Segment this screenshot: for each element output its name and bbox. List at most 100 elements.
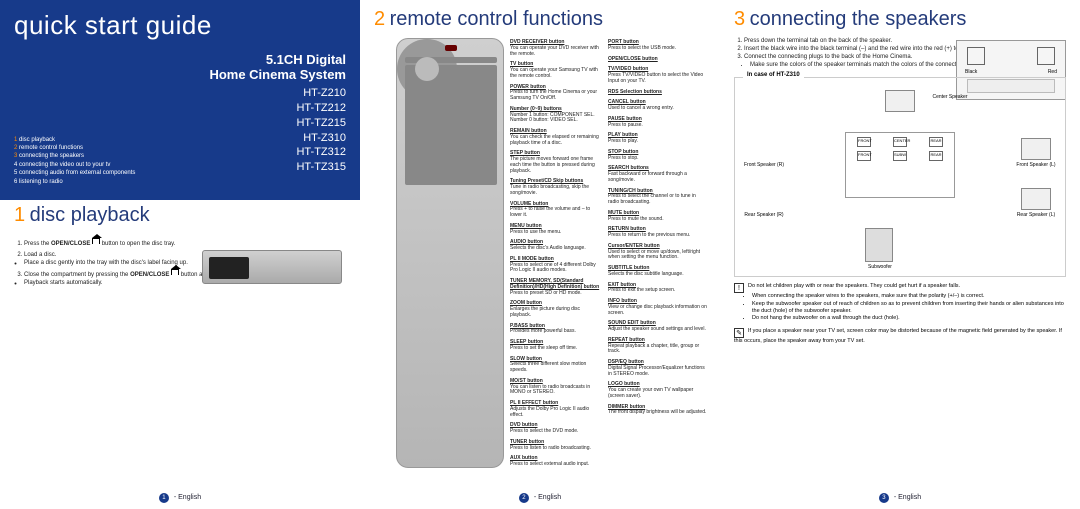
footer-language: - English: [534, 494, 561, 501]
remote-callout: MUTE buttonPress to mute the sound.: [608, 211, 708, 223]
remote-callout: RETURN buttonPress to return to the prev…: [608, 227, 708, 239]
remote-callout: PORT buttonPress to select the USB mode.: [608, 40, 708, 52]
remote-callout: SLEEP buttonPress to set the sleep off t…: [510, 340, 600, 352]
terminal-red: [1037, 47, 1055, 65]
page-footer: 1 - English: [0, 493, 360, 503]
footer-language: - English: [174, 494, 201, 501]
terminal-black: [967, 47, 985, 65]
model: HT-TZ215: [209, 116, 346, 131]
remote-callout: RDS Selection buttons: [608, 90, 708, 96]
remote-callout: AUDIO buttonSelects the disc's Audio lan…: [510, 240, 600, 252]
speaker-layout-diagram: In case of HT-Z310 Center Speaker Front …: [734, 77, 1066, 277]
remote-callout: DIMMER buttonThe front display brightnes…: [608, 405, 708, 417]
callouts-left: DVD RECEIVER buttonYou can operate your …: [510, 40, 600, 473]
page-footer: 3 - English: [720, 493, 1080, 503]
remote-callout: AUX buttonPress to select external audio…: [510, 456, 600, 468]
remote-callout: REMAIN buttonYou can check the elapsed o…: [510, 129, 600, 146]
remote-illustration-column: [396, 38, 504, 468]
remote-callout: POWER buttonPress to turn the Home Cinem…: [510, 85, 600, 102]
remote-callout: Number (0~9) buttonsNumber 1 button: COM…: [510, 107, 600, 124]
remote-callout: PL II EFFECT buttonAdjusts the Dolby Pro…: [510, 401, 600, 418]
front-speaker-l-icon: [1021, 138, 1051, 160]
footer-language: - English: [894, 494, 921, 501]
remote-callout: TV/VIDEO buttonPress TV/VIDEO button to …: [608, 67, 708, 84]
remote-callout: CANCEL buttonUsed to cancel a wrong entr…: [608, 100, 708, 112]
table-of-contents: 1 disc playback 2 remote control functio…: [14, 136, 135, 186]
panel-2-remote: 2 remote control functions DVD RECEIVER …: [360, 0, 720, 509]
remote-callout: Cursor/ENTER buttonUsed to select or mov…: [608, 244, 708, 261]
page-number-badge: 2: [519, 493, 529, 503]
remote-callout: TV buttonYou can operate your Samsung TV…: [510, 62, 600, 79]
rear-speaker-l-icon: [1021, 188, 1051, 210]
remote-led: [445, 45, 457, 51]
section-2-header: 2 remote control functions: [360, 0, 720, 35]
remote-callout: TUNER buttonPress to listen to radio bro…: [510, 440, 600, 452]
remote-callout: PAUSE buttonPress to pause.: [608, 117, 708, 129]
remote-callout: PL II MODE buttonPress to select one of …: [510, 257, 600, 274]
remote-callout: VOLUME buttonPress + to raise the volume…: [510, 202, 600, 219]
dvd-player-illustration: [202, 250, 342, 284]
product-heading: 5.1CH Digital Home Cinema System HT-Z210…: [209, 52, 346, 175]
remote-callout: MO/ST buttonYou can listen to radio broa…: [510, 379, 600, 396]
section-title: connecting the speakers: [750, 8, 967, 30]
eject-icon: [92, 238, 100, 244]
remote-callout: MENU buttonPress to use the menu.: [510, 224, 600, 236]
caution-icon: !: [734, 283, 744, 293]
remote-number-grid: [405, 65, 497, 185]
red-label: Red: [1048, 69, 1057, 75]
callouts-right: PORT buttonPress to select the USB mode.…: [608, 40, 708, 421]
panel-3-speakers: 3 connecting the speakers Press down the…: [720, 0, 1080, 509]
note-icon: ✎: [734, 328, 744, 338]
model: HT-TZ312: [209, 145, 346, 160]
section-title: disc playback: [30, 204, 150, 226]
page-footer: 2 - English: [360, 493, 720, 503]
remote-callout: TUNER MEMORY, SD(Standard Definition)/HD…: [510, 279, 600, 296]
cover-blue-box: quick start guide 5.1CH Digital Home Cin…: [0, 0, 360, 200]
remote-callout: LOGO buttonYou can create your own TV wa…: [608, 382, 708, 399]
section-number: 1: [14, 204, 25, 226]
section-title: remote control functions: [390, 8, 603, 30]
channel-digital: 5.1CH Digital: [209, 52, 346, 67]
remote-callout: INFO buttonView or change disc playback …: [608, 299, 708, 316]
section-1-header: 1 disc playback: [0, 200, 360, 233]
remote-callout: DSP/EQ buttonDigital Signal Processor/Eq…: [608, 360, 708, 377]
remote-callout: SOUND EDIT buttonAdjust the speaker soun…: [608, 321, 708, 333]
remote-callout: SUBTITLE buttonSelects the disc subtitle…: [608, 266, 708, 278]
page-number-badge: 3: [879, 493, 889, 503]
model: HT-Z310: [209, 131, 346, 146]
section-number: 2: [374, 8, 385, 30]
remote-callout: Tuning Preset/CD Skip buttonsTune in rad…: [510, 179, 600, 196]
receiver-back-panel: FRONT CENTER REAR FRONT SUBW REAR: [845, 132, 955, 198]
remote-callout: PLAY buttonPress to play.: [608, 133, 708, 145]
page-number-badge: 1: [159, 493, 169, 503]
remote-callout: TUNING/CH buttonPress to select the chan…: [608, 189, 708, 206]
remote-callout: REPEAT buttonRepeat playback a chapter, …: [608, 338, 708, 355]
section-number: 3: [734, 8, 745, 30]
model: HT-TZ315: [209, 160, 346, 175]
model-list: HT-Z210 HT-TZ212 HT-TZ215 HT-Z310 HT-TZ3…: [209, 86, 346, 175]
remote-callout: OPEN/CLOSE button: [608, 57, 708, 63]
remote-callout: STOP buttonPress to stop.: [608, 150, 708, 162]
remote-callout: P.BASS buttonProvides more powerful bass…: [510, 324, 600, 336]
remote-callout: EXIT buttonPress to exit the setup scree…: [608, 283, 708, 295]
remote-control-illustration: [396, 38, 504, 468]
remote-callout: ZOOM buttonEnlarges the picture during d…: [510, 301, 600, 318]
eject-icon: [171, 269, 179, 275]
remote-callout: SEARCH buttonsFast backward or forward t…: [608, 166, 708, 183]
home-cinema-system: Home Cinema System: [209, 67, 346, 82]
diagram-legend: In case of HT-Z310: [743, 72, 804, 78]
panel-1-quickstart: quick start guide 5.1CH Digital Home Cin…: [0, 0, 360, 509]
quick-start-title: quick start guide: [14, 10, 346, 41]
black-label: Black: [965, 69, 977, 75]
remote-callout: STEP buttonThe picture moves forward one…: [510, 151, 600, 174]
remote-callout: DVD buttonPress to select the DVD mode.: [510, 423, 600, 435]
caution-notes: !Do not let children play with or near t…: [720, 277, 1080, 351]
step-1: Press the OPEN/CLOSE button to open the …: [24, 239, 346, 248]
section-3-header: 3 connecting the speakers: [720, 0, 1080, 35]
center-speaker-icon: [885, 90, 915, 112]
remote-callout: DVD RECEIVER buttonYou can operate your …: [510, 40, 600, 57]
model: HT-TZ212: [209, 101, 346, 116]
remote-callout: SLOW buttonSelects three different slow …: [510, 357, 600, 374]
model: HT-Z210: [209, 86, 346, 101]
subwoofer-icon: [865, 228, 893, 262]
